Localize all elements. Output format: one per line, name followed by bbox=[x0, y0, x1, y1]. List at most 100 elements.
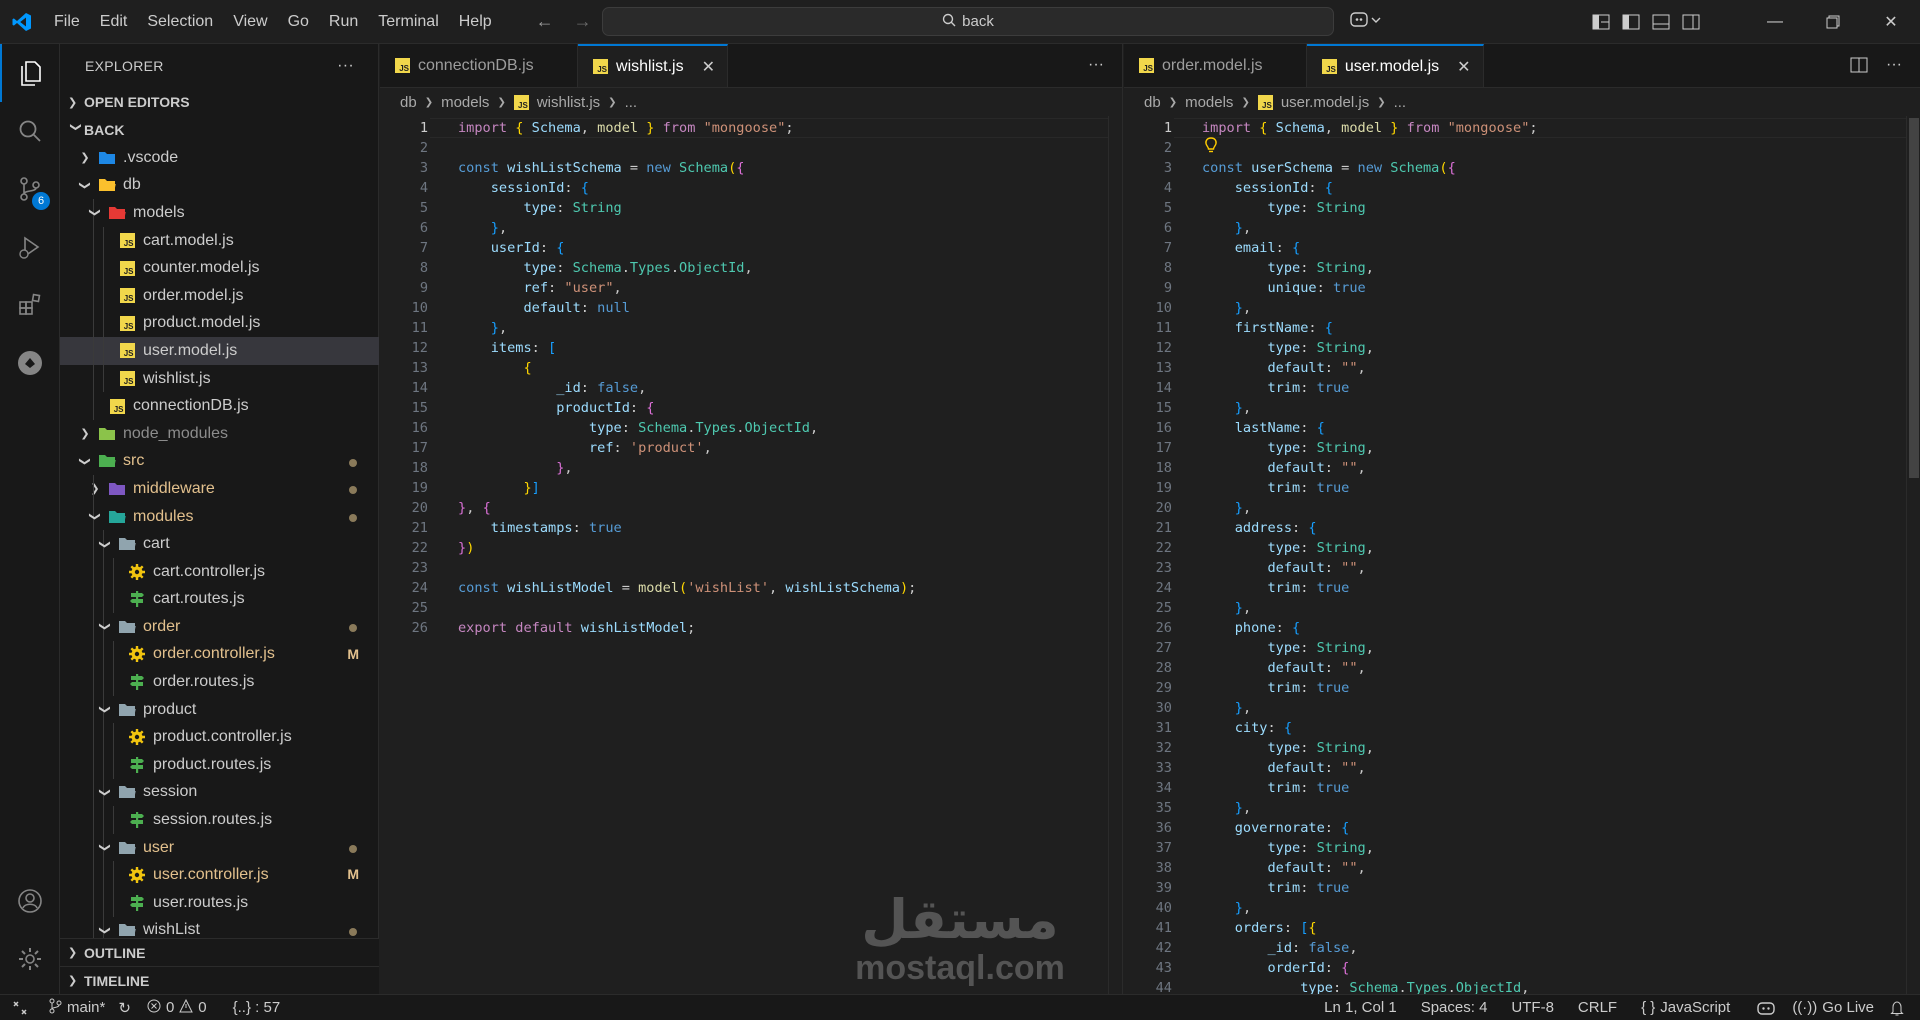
more-actions-icon[interactable]: ··· bbox=[337, 57, 354, 75]
breadcrumb-item[interactable]: db bbox=[1144, 94, 1161, 111]
file-item[interactable]: session.routes.js bbox=[60, 806, 379, 834]
breadcrumb-item[interactable]: user.model.js bbox=[1281, 94, 1369, 111]
file-item[interactable]: order.routes.js bbox=[60, 668, 379, 696]
source-control-icon[interactable]: 6 bbox=[0, 160, 60, 218]
file-item[interactable]: order.controller.js M bbox=[60, 640, 379, 669]
restore-button[interactable] bbox=[1804, 0, 1862, 44]
tab-user-model-js[interactable]: JS user.model.js ✕ bbox=[1306, 44, 1484, 87]
line-ending[interactable]: CRLF bbox=[1570, 999, 1625, 1016]
extensions-icon[interactable] bbox=[0, 276, 60, 334]
code-line: _id: false, bbox=[556, 380, 647, 396]
timeline-section[interactable]: ❯ TIMELINE bbox=[60, 966, 379, 994]
more-actions-icon[interactable]: ··· bbox=[1886, 56, 1902, 74]
command-center-search[interactable]: back bbox=[602, 7, 1334, 36]
breadcrumb-item[interactable]: models bbox=[441, 94, 489, 111]
tab-wishlist-js[interactable]: JS wishlist.js ✕ bbox=[578, 44, 728, 87]
close-tab-icon[interactable]: ✕ bbox=[1457, 57, 1470, 77]
file-item[interactable]: user.routes.js bbox=[60, 889, 379, 917]
tab-connectionDB-js[interactable]: JSconnectionDB.js✕ bbox=[380, 44, 579, 87]
breadcrumb-item[interactable]: ... bbox=[625, 94, 638, 111]
folder-item[interactable]: ❯ user bbox=[60, 833, 379, 862]
open-editors-section[interactable]: ❯ OPEN EDITORS bbox=[60, 88, 378, 116]
folder-item[interactable]: ❯ node_modules bbox=[60, 420, 379, 448]
menu-item-go[interactable]: Go bbox=[278, 0, 319, 44]
root-folder-section[interactable]: ❯ BACK bbox=[60, 116, 378, 144]
toggle-secondary-sidebar-icon[interactable] bbox=[1676, 0, 1706, 44]
split-editor-icon[interactable] bbox=[1850, 57, 1868, 77]
go-live-button[interactable]: ((·)) Go Live bbox=[1784, 999, 1882, 1016]
selection-status[interactable]: {..} : 57 bbox=[225, 999, 289, 1016]
folder-item[interactable]: ❯ cart bbox=[60, 530, 379, 558]
menu-item-edit[interactable]: Edit bbox=[90, 0, 138, 44]
folder-item[interactable]: ❯ src bbox=[60, 448, 379, 476]
explorer-icon[interactable] bbox=[0, 44, 60, 102]
file-item[interactable]: JS order.model.js bbox=[60, 281, 379, 310]
cursor-position[interactable]: Ln 1, Col 1 bbox=[1316, 999, 1405, 1016]
file-item[interactable]: product.controller.js bbox=[60, 723, 379, 752]
folder-item[interactable]: ❯ modules bbox=[60, 502, 379, 531]
sync-icon[interactable]: ↻ bbox=[118, 999, 131, 1017]
menu-item-terminal[interactable]: Terminal bbox=[368, 0, 448, 44]
menu-item-selection[interactable]: Selection bbox=[137, 0, 223, 44]
run-debug-icon[interactable] bbox=[0, 218, 60, 276]
branch-status[interactable]: main* ↻ bbox=[40, 998, 139, 1018]
copilot-icon[interactable] bbox=[1350, 10, 1382, 37]
file-item[interactable]: cart.controller.js bbox=[60, 557, 379, 586]
toggle-primary-sidebar-icon[interactable] bbox=[1616, 0, 1646, 44]
forward-arrow-icon[interactable]: → bbox=[574, 11, 592, 32]
close-window-button[interactable]: ✕ bbox=[1862, 0, 1920, 44]
folder-item[interactable]: ❯ middleware bbox=[60, 475, 379, 503]
file-item[interactable]: JS counter.model.js bbox=[60, 254, 379, 282]
file-item[interactable]: JS wishlist.js bbox=[60, 364, 379, 393]
minimize-button[interactable]: — bbox=[1746, 0, 1804, 44]
file-tree: ❯ .vscode ❯ db ❯ models JS cart.model.js JS count… bbox=[60, 144, 379, 945]
folder-item[interactable]: ❯ product bbox=[60, 695, 379, 724]
encoding[interactable]: UTF-8 bbox=[1503, 999, 1562, 1016]
folder-item[interactable]: ❯ db bbox=[60, 172, 379, 200]
breadcrumb-item[interactable]: ... bbox=[1394, 94, 1407, 111]
back-arrow-icon[interactable]: ← bbox=[536, 11, 554, 32]
folder-item[interactable]: ❯ session bbox=[60, 778, 379, 807]
notifications-bell-icon[interactable] bbox=[1882, 1000, 1912, 1016]
indent-guide bbox=[113, 723, 114, 752]
manage-gear-icon[interactable] bbox=[0, 930, 60, 988]
menu-item-run[interactable]: Run bbox=[319, 0, 368, 44]
file-item[interactable]: cart.routes.js bbox=[60, 585, 379, 614]
file-item[interactable]: product.routes.js bbox=[60, 751, 379, 779]
remote-explorer-icon[interactable] bbox=[0, 334, 60, 392]
menu-item-view[interactable]: View bbox=[223, 0, 277, 44]
remote-indicator-icon[interactable] bbox=[0, 995, 40, 1020]
editor-scrollbar[interactable] bbox=[1108, 116, 1122, 994]
file-item[interactable]: JS cart.model.js bbox=[60, 226, 379, 255]
accounts-icon[interactable] bbox=[0, 872, 60, 930]
file-item[interactable]: JS product.model.js bbox=[60, 309, 379, 338]
file-item[interactable]: user.controller.js M bbox=[60, 861, 379, 890]
code-editor-right[interactable]: 1 import { Schema, model } from "mongoose… bbox=[1124, 116, 1920, 994]
indentation[interactable]: Spaces: 4 bbox=[1413, 999, 1496, 1016]
file-item[interactable]: JS connectionDB.js bbox=[60, 392, 379, 420]
menu-item-file[interactable]: File bbox=[44, 0, 90, 44]
problems-status[interactable]: 0 0 bbox=[139, 998, 215, 1017]
editor-scrollbar[interactable] bbox=[1906, 116, 1920, 994]
outline-section[interactable]: ❯ OUTLINE bbox=[60, 938, 379, 966]
folder-item[interactable]: ❯ models bbox=[60, 199, 379, 227]
lightbulb-icon[interactable] bbox=[1204, 137, 1218, 157]
breadcrumb-item[interactable]: db bbox=[400, 94, 417, 111]
folder-item[interactable]: ❯ .vscode bbox=[60, 144, 379, 172]
breadcrumb-item[interactable]: models bbox=[1185, 94, 1233, 111]
breadcrumb-item[interactable]: wishlist.js bbox=[537, 94, 600, 111]
toggle-panel-icon[interactable] bbox=[1646, 0, 1676, 44]
close-tab-icon[interactable]: ✕ bbox=[702, 57, 715, 77]
more-actions-icon[interactable]: ··· bbox=[1088, 56, 1104, 74]
copilot-status-icon[interactable] bbox=[1748, 1000, 1784, 1016]
folder-item[interactable]: ❯ order bbox=[60, 613, 379, 641]
search-sidebar-icon[interactable] bbox=[0, 102, 60, 160]
language-mode[interactable]: { } JavaScript bbox=[1633, 999, 1738, 1016]
code-editor-left[interactable]: 1 import { Schema, model } from "mongoose… bbox=[380, 116, 1122, 994]
tab-order-model-js[interactable]: JSorder.model.js✕ bbox=[1124, 44, 1307, 87]
scrollbar-thumb[interactable] bbox=[1909, 118, 1919, 478]
customize-layout-icon[interactable] bbox=[1586, 0, 1616, 44]
indent-guide bbox=[93, 475, 94, 503]
menu-item-help[interactable]: Help bbox=[449, 0, 502, 44]
file-item[interactable]: JS user.model.js bbox=[60, 337, 379, 365]
